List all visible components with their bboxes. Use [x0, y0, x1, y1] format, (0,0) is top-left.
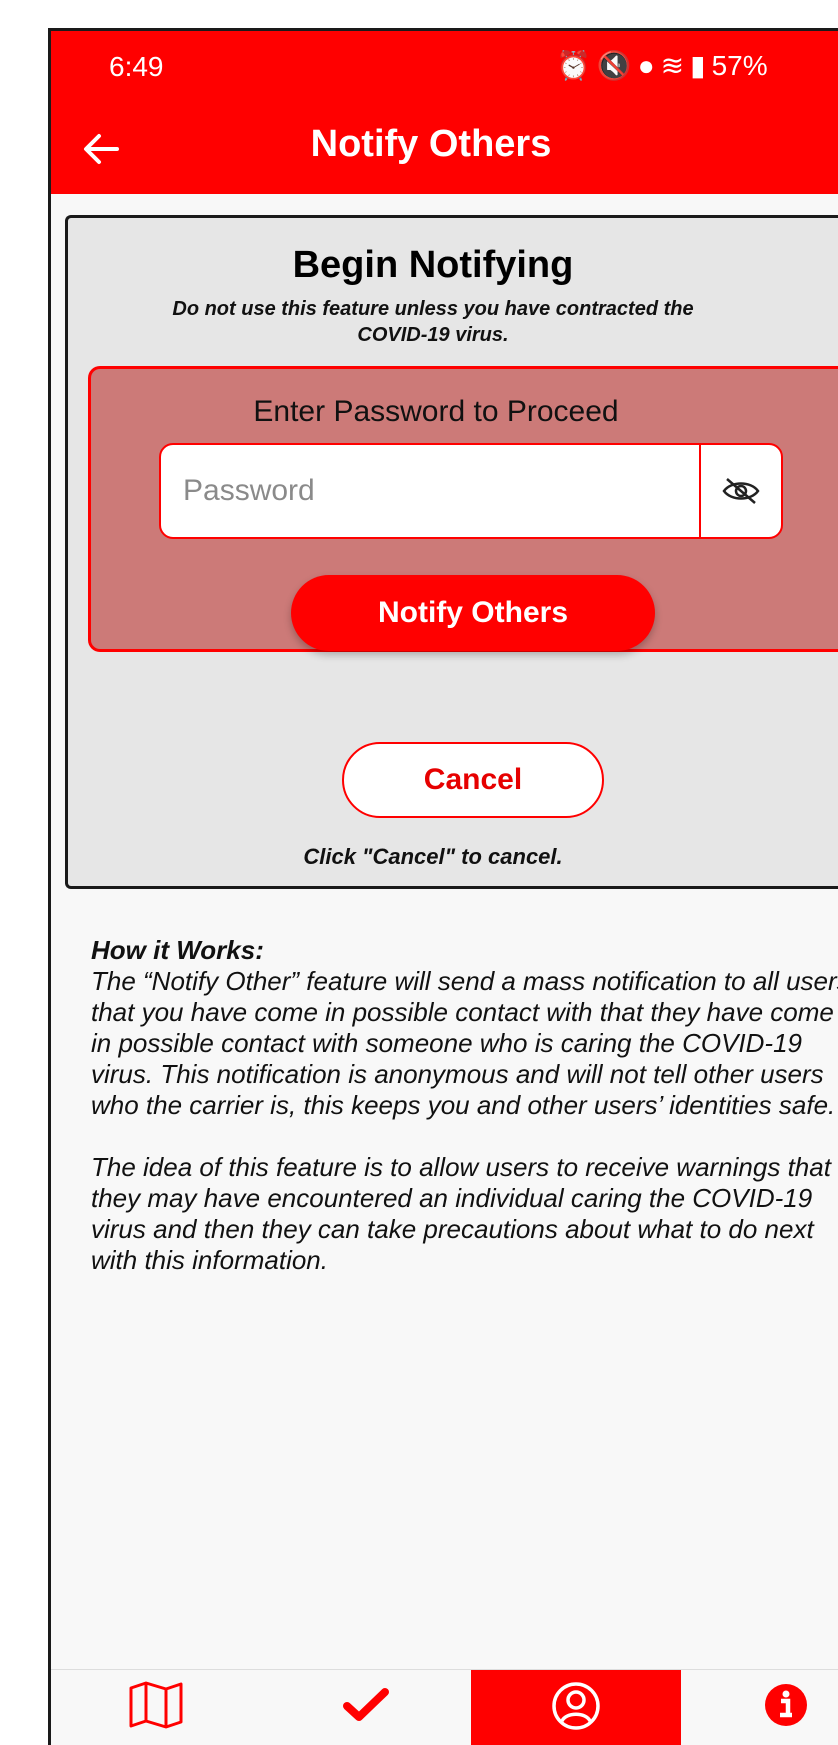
info-icon	[765, 1684, 807, 1726]
nav-item-self-exam[interactable]	[261, 1670, 471, 1745]
password-label: Enter Password to Proceed	[253, 395, 619, 428]
password-field-wrapper	[159, 443, 783, 539]
cancel-button[interactable]: Cancel	[342, 742, 604, 818]
toggle-visibility-button[interactable]	[701, 445, 781, 537]
how-it-works-title: How it Works:	[91, 935, 264, 965]
nav-item-map[interactable]	[51, 1670, 261, 1745]
how-it-works-section: How it Works: The “Notify Other” feature…	[91, 935, 838, 1276]
how-it-works-paragraph: The idea of this feature is to allow use…	[91, 1152, 831, 1275]
checkmark-icon	[343, 1688, 389, 1721]
map-icon	[129, 1681, 183, 1729]
how-it-works-paragraph: The “Notify Other” feature will send a m…	[91, 966, 838, 1120]
begin-notifying-card: Begin Notifying Do not use this feature …	[65, 215, 838, 889]
alarm-icon: ⏰	[556, 50, 591, 81]
wifi-icon: ≋	[660, 50, 685, 81]
bottom-nav	[51, 1669, 838, 1745]
nav-item-info[interactable]	[681, 1670, 838, 1745]
signal-icon: ▮	[690, 50, 706, 81]
status-icons: ⏰ 🔇 ● ≋ ▮ 57%	[556, 49, 774, 82]
password-panel: Enter Password to Proceed Notify Others	[88, 366, 838, 652]
cancel-hint: Click "Cancel" to cancel.	[303, 844, 563, 869]
location-icon: ●	[637, 50, 655, 81]
page-title: Notify Others	[310, 123, 552, 165]
app-bar: 6:49 ⏰ 🔇 ● ≋ ▮ 57% Notify Others	[51, 31, 838, 194]
user-icon	[552, 1682, 600, 1730]
card-warning: Do not use this feature unless you have …	[172, 298, 694, 346]
eye-off-icon	[722, 478, 760, 504]
battery-text: 57%	[711, 50, 768, 81]
notify-others-button[interactable]: Notify Others	[291, 575, 655, 651]
password-input[interactable]	[161, 445, 701, 537]
status-time: 6:49	[109, 51, 164, 82]
card-title: Begin Notifying	[292, 244, 574, 286]
nav-item-user[interactable]	[471, 1670, 681, 1745]
phone-screen: 6:49 ⏰ 🔇 ● ≋ ▮ 57% Notify Others Begin Notify…	[48, 28, 838, 1745]
mute-icon: 🔇	[596, 50, 632, 81]
